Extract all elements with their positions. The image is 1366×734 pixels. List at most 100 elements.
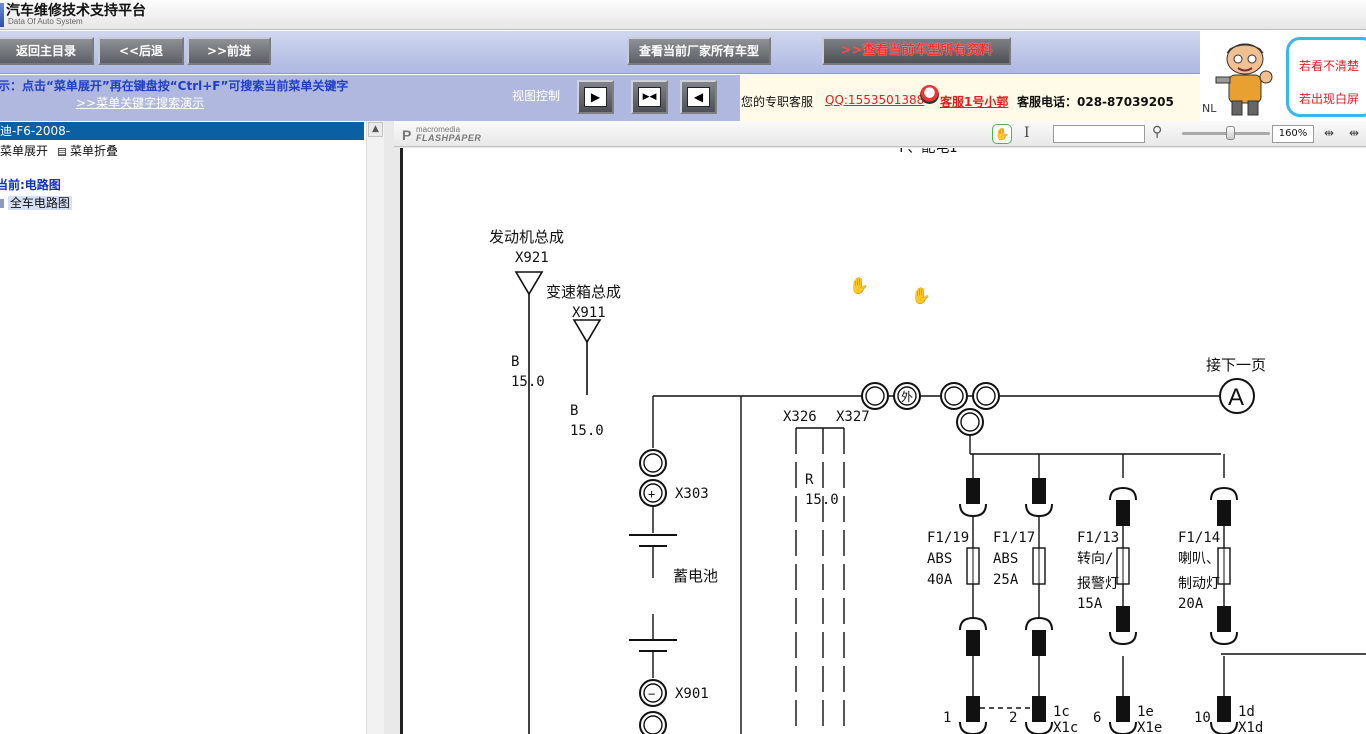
search-demo-link[interactable]: >>菜单关键字搜索演示 bbox=[76, 94, 204, 111]
fuse-bottom-socket bbox=[1217, 606, 1231, 632]
fuse-id-label: F1/14 bbox=[1178, 530, 1220, 546]
agent-link[interactable]: 客服1号小郭 bbox=[940, 93, 1008, 110]
fuse-conn-id-label: X1e bbox=[1137, 720, 1162, 734]
fuse-conn-label: 1c bbox=[1053, 704, 1070, 720]
flashpaper-toolbar: P macromedia FLASHPAPER ✋ I ⚲ 160% ⇹ ⇹ bbox=[394, 121, 1366, 147]
fuse-conn-label: 1e bbox=[1137, 704, 1154, 720]
flashpaper-p-icon: P bbox=[402, 127, 412, 143]
fuse-top-plug bbox=[1210, 486, 1238, 501]
all-data-button[interactable]: >>查看当前车型所有资料 bbox=[822, 37, 1011, 65]
menu-expand-link[interactable]: 菜单展开 bbox=[0, 144, 48, 158]
fuse-terminal bbox=[966, 696, 980, 722]
all-models-button[interactable]: 查看当前厂家所有车型 bbox=[627, 37, 771, 65]
arrow-left-icon: ◀ bbox=[687, 87, 710, 107]
tree-item[interactable]: 全车电路图 bbox=[0, 194, 72, 211]
double-chevron-icon: >> bbox=[840, 43, 863, 58]
app-logo bbox=[0, 3, 4, 27]
mascot-image bbox=[1215, 43, 1273, 116]
ad-notice[interactable]: 若看不清楚 若出现白屏 bbox=[1286, 37, 1366, 117]
search-icon[interactable]: ⚲ bbox=[1152, 124, 1162, 140]
fuse-name-label: 喇叭、 bbox=[1178, 551, 1220, 567]
home-button[interactable]: 返回主目录 bbox=[0, 37, 94, 65]
fuse-amp-label: 25A bbox=[993, 572, 1019, 588]
x327-label: X327 bbox=[836, 409, 870, 425]
back-button[interactable]: <<后退 bbox=[98, 37, 184, 65]
fuse-conn-id-label: X1c bbox=[1053, 720, 1078, 734]
x326-label: X326 bbox=[783, 409, 817, 425]
fit-page-icon[interactable]: ⇹ bbox=[1349, 126, 1359, 140]
r-label: R bbox=[805, 472, 814, 488]
view-control-label: 视图控制 bbox=[512, 89, 561, 103]
ad-panel[interactable]: 若看不清楚 若出现白屏 NL bbox=[1200, 31, 1366, 121]
gearbox-label: 变速箱总成 bbox=[546, 283, 621, 301]
diagram-header: F、配电I bbox=[899, 148, 958, 156]
fuse-amp-label: 20A bbox=[1178, 596, 1204, 612]
logo-flashpaper: FLASHPAPER bbox=[416, 133, 482, 143]
qq-link[interactable]: QQ:1553501388 bbox=[825, 93, 924, 107]
left-menu-panel: 迪-F6-2008- 菜单展开 菜单折叠 当前:电路图 全车电路图 ▲ bbox=[0, 121, 384, 734]
menu-tools: 菜单展开 菜单折叠 bbox=[0, 142, 118, 159]
plus-label: + bbox=[648, 487, 655, 501]
minus-label: − bbox=[648, 687, 655, 701]
arrow-right-icon: ▶ bbox=[584, 87, 607, 107]
hint-bar: 示：点击“菜单展开”再在键盘按“Ctrl+F”可搜索当前菜单关键字 >>菜单关键… bbox=[0, 75, 740, 121]
fuse-amp-label: 15A bbox=[1077, 596, 1103, 612]
forward-button[interactable]: >>前进 bbox=[187, 37, 271, 65]
engine-label: 发动机总成 bbox=[489, 228, 564, 246]
view-split-button[interactable]: ▶◀ bbox=[631, 80, 668, 114]
b2-value: 15.0 bbox=[570, 423, 604, 439]
connector-a-label: A bbox=[1228, 384, 1244, 411]
contact-prefix: 您的专职客服 bbox=[741, 95, 814, 109]
nav-bar: 返回主目录 <<后退 >>前进 查看当前厂家所有车型 >>查看当前车型所有资料 bbox=[0, 31, 1200, 74]
scroll-up-icon[interactable]: ▲ bbox=[368, 122, 383, 137]
fuse-name-label: ABS bbox=[927, 551, 952, 567]
fuse-bottom-plug bbox=[959, 616, 987, 631]
ground-x911 bbox=[572, 319, 602, 344]
fuse-id-label: F1/17 bbox=[993, 530, 1035, 546]
view-expand-left-button[interactable]: ◀ bbox=[680, 80, 717, 114]
fuse-group: F1/19 ABS 40A 1 F1/17 ABS 25A 2 1cX1c F1/13 转向/报警灯… bbox=[927, 454, 1263, 734]
r-value: 15.0 bbox=[805, 492, 839, 508]
fuse-terminal bbox=[1217, 696, 1231, 722]
fuse-pin-label: 6 bbox=[1093, 710, 1101, 726]
fuse-id-label: F1/13 bbox=[1077, 530, 1119, 546]
fuse-conn-id-label: X1d bbox=[1238, 720, 1263, 734]
fit-width-icon[interactable]: ⇹ bbox=[1324, 126, 1334, 140]
fuse-amp-label: 40A bbox=[927, 572, 953, 588]
hand-cursor-icon: ✋ bbox=[849, 276, 869, 295]
menu-scrollbar[interactable]: ▲ bbox=[366, 121, 384, 734]
fuse-pin-label: 1 bbox=[943, 710, 951, 726]
contact-bar: 您的专职客服 QQ:1553501388 客服1号小郭 客服电话：028-870… bbox=[740, 75, 1200, 121]
text-select-icon[interactable]: I bbox=[1024, 125, 1030, 141]
fuse-terminal bbox=[1032, 696, 1046, 722]
fuse-name-label: 转向/ bbox=[1077, 551, 1113, 567]
search-input[interactable] bbox=[1053, 125, 1145, 143]
next-page-label: 接下一页 bbox=[1206, 356, 1266, 374]
circuit-diagram: F、配电I 发动机总成 X921 B 15.0 变速箱总成 X911 B 15.… bbox=[489, 148, 1366, 734]
ad-line-2: 若出现白屏 bbox=[1299, 92, 1360, 106]
document-page[interactable]: F、配电I 发动机总成 X921 B 15.0 变速箱总成 X911 B 15.… bbox=[400, 148, 1366, 734]
zoom-slider-thumb[interactable] bbox=[1226, 126, 1235, 140]
tree-item-label[interactable]: 全车电路图 bbox=[7, 196, 72, 210]
collapse-icon bbox=[58, 147, 67, 156]
b1-label: B bbox=[511, 354, 519, 370]
split-arrows-icon: ▶◀ bbox=[638, 87, 661, 107]
menu-collapse-link[interactable]: 菜单折叠 bbox=[70, 144, 118, 158]
fuse-name2-label: 报警灯 bbox=[1077, 576, 1119, 592]
fuse-name-label: ABS bbox=[993, 551, 1018, 567]
menu-header[interactable]: 迪-F6-2008- bbox=[0, 122, 364, 140]
x901-label: X901 bbox=[675, 686, 709, 702]
document-viewer: P macromedia FLASHPAPER ✋ I ⚲ 160% ⇹ ⇹ F… bbox=[384, 121, 1366, 734]
view-expand-right-button[interactable]: ▶ bbox=[577, 80, 614, 114]
fuse-bottom-socket bbox=[1116, 606, 1130, 632]
fuse-pin-label: 2 bbox=[1009, 710, 1017, 726]
x911-label: X911 bbox=[572, 305, 606, 321]
hand-tool-icon[interactable]: ✋ bbox=[992, 124, 1012, 144]
zoom-level[interactable]: 160% bbox=[1272, 125, 1314, 143]
x303-label: X303 bbox=[675, 486, 709, 502]
fuse-top-plug bbox=[1109, 486, 1137, 501]
qq-penguin-icon[interactable] bbox=[920, 85, 939, 104]
ad-nl-text: NL bbox=[1202, 102, 1217, 115]
fuse-id-label: F1/19 bbox=[927, 530, 969, 546]
title-bar: 汽车维修技术支持平台 Data Of Auto System bbox=[0, 0, 1366, 30]
